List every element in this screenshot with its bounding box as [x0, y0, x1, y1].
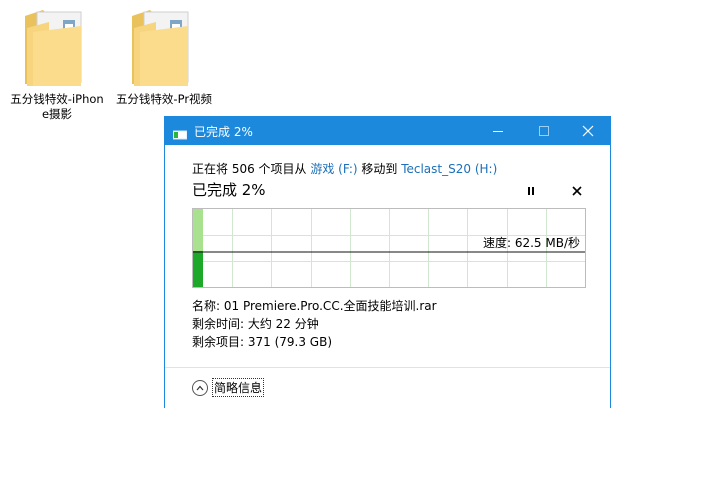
cancel-button[interactable]: [569, 183, 585, 199]
copy-source-line: 正在将 506 个项目从 游戏 (F:) 移动到 Teclast_S20 (H:…: [192, 160, 497, 177]
dialog-title: 已完成 2%: [194, 125, 253, 139]
pause-icon: [528, 187, 534, 195]
maximize-icon: [539, 126, 549, 136]
detail-items-left: 剩余项目: 371 (79.3 GB): [192, 335, 333, 349]
minimize-icon: [493, 131, 503, 132]
copy-progress-icon: [172, 125, 188, 144]
progress-speed-bar: [193, 251, 203, 287]
detail-name: 名称: 01 Premiere.Pro.CC.全面技能培训.rar: [192, 299, 437, 313]
source-link[interactable]: 游戏 (F:): [310, 162, 357, 176]
folder-icon: [115, 4, 213, 88]
desktop-folder-label: 五分钱特效-iPhone摄影: [10, 92, 104, 121]
maximize-button[interactable]: [521, 117, 567, 145]
dialog-footer: 简略信息: [165, 367, 610, 408]
copy-progress-dialog: 已完成 2% 正在将 506 个项目从 游戏 (F:) 移动到 Teclast_…: [164, 116, 611, 408]
folder-icon: [8, 4, 106, 88]
close-button[interactable]: [565, 117, 611, 145]
desktop-folder-iphone[interactable]: 五分钱特效-iPhone摄影: [8, 4, 106, 122]
copy-prefix-text: 正在将 506 个项目从: [192, 162, 311, 176]
detail-time-left: 剩余时间: 大约 22 分钟: [192, 317, 319, 331]
desktop-folder-label: 五分钱特效-Pr视频: [115, 92, 213, 106]
speed-label: 速度: 62.5 MB/秒: [482, 236, 580, 250]
transfer-details: 名称: 01 Premiere.Pro.CC.全面技能培训.rar 剩余时间: …: [192, 297, 437, 351]
cancel-icon: [572, 186, 582, 196]
destination-link[interactable]: Teclast_S20 (H:): [401, 162, 497, 176]
transfer-speed-graph: 速度: 62.5 MB/秒: [192, 208, 586, 288]
copy-middle-text: 移动到: [357, 162, 402, 176]
more-info-toggle[interactable]: 简略信息: [192, 378, 265, 397]
chevron-up-icon: [192, 379, 208, 396]
progress-title: 已完成 2%: [192, 181, 266, 199]
minimize-button[interactable]: [475, 117, 521, 145]
pause-button[interactable]: [523, 183, 539, 199]
desktop-folder-pr[interactable]: 五分钱特效-Pr视频: [115, 4, 213, 107]
more-info-label: 简略信息: [212, 378, 265, 397]
dialog-titlebar[interactable]: 已完成 2%: [165, 117, 610, 145]
close-icon: [582, 125, 594, 137]
